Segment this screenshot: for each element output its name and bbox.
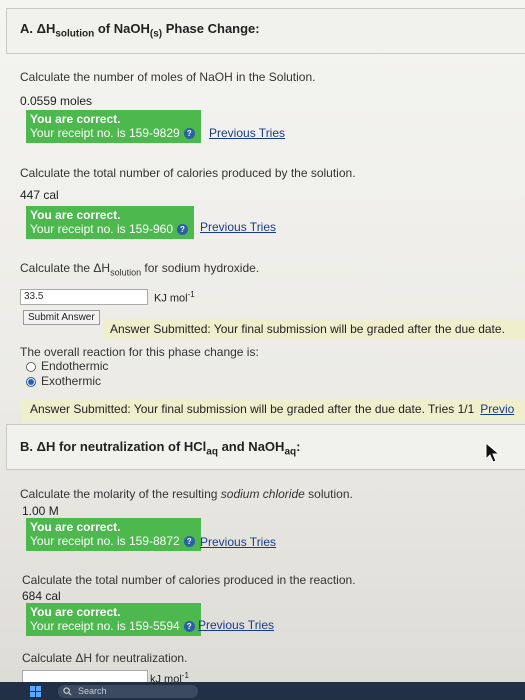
taskbar-search-input[interactable]: Search [58,685,198,698]
correct-text: You are correct. [30,112,121,126]
dh-solution-input[interactable]: 33.5 [20,289,148,305]
info-icon[interactable]: ? [177,224,188,236]
previous-tries-link-calories[interactable]: Previous Tries [200,220,276,234]
radio-selected-icon [26,376,36,387]
receipt-text: Your receipt no. is 159-8872 [30,534,180,548]
mouse-cursor-icon [485,441,501,463]
browser-page: A. ΔHsolution of NaOH(s) Phase Change: C… [0,0,525,700]
taskbar: Search [0,682,525,700]
info-icon[interactable]: ? [183,128,195,140]
correct-banner-moles: You are correct. Your receipt no. is 159… [26,110,201,143]
answer-moles: 0.0559 moles [20,94,93,108]
correct-banner-molarity: You are correct. Your receipt no. is 159… [26,518,201,551]
answer-submitted-msg: Answer Submitted: Your final submission … [104,319,525,339]
receipt-text: Your receipt no. is 159-5594 [30,619,180,633]
question-moles: Calculate the number of moles of NaOH in… [20,70,316,84]
section-b-title: B. ΔH for neutralization of HClaq and Na… [20,439,301,458]
correct-banner-calories-reaction: You are correct. Your receipt no. is 159… [26,603,201,636]
question-calories: Calculate the total number of calories p… [20,166,356,180]
radio-off-icon [26,361,36,372]
question-overall-reaction: The overall reaction for this phase chan… [20,345,259,359]
previous-tries-link-calories-reaction[interactable]: Previous Tries [198,618,274,632]
correct-banner-calories: You are correct. Your receipt no. is 159… [26,206,194,239]
question-calories-reaction: Calculate the total number of calories p… [22,573,356,587]
info-icon[interactable]: ? [183,536,195,548]
answer-calories: 447 cal [20,188,59,202]
receipt-text: Your receipt no. is 159-960 [30,222,173,236]
info-icon[interactable]: ? [183,621,195,633]
unit-label: KJ mol-1 [154,290,195,305]
correct-text: You are correct. [30,605,121,619]
answer-calories-reaction: 684 cal [22,589,61,603]
answer-molarity: 1.00 M [22,504,59,518]
radio-exothermic[interactable]: Exothermic [26,374,101,388]
windows-start-icon[interactable] [30,686,41,697]
question-molarity: Calculate the molarity of the resulting … [20,487,353,501]
receipt-text: Your receipt no. is 159-9829 [30,126,180,140]
correct-text: You are correct. [30,208,121,222]
submit-answer-button[interactable]: Submit Answer [23,310,100,325]
section-a-title: A. ΔHsolution of NaOH(s) Phase Change: [20,21,260,40]
correct-text: You are correct. [30,520,121,534]
question-dh-solution: Calculate the ΔHsolution for sodium hydr… [20,261,260,278]
answer-submitted-msg-2: Answer Submitted: Your final submission … [22,399,525,421]
search-icon [63,687,72,696]
previous-tries-link-molarity[interactable]: Previous Tries [200,535,276,549]
previous-tries-link-moles[interactable]: Previous Tries [209,126,285,140]
previous-tries-link-reaction[interactable]: Previo [480,402,514,416]
radio-endothermic[interactable]: Endothermic [26,359,108,373]
question-dh-neutralization: Calculate ΔH for neutralization. [22,651,188,665]
